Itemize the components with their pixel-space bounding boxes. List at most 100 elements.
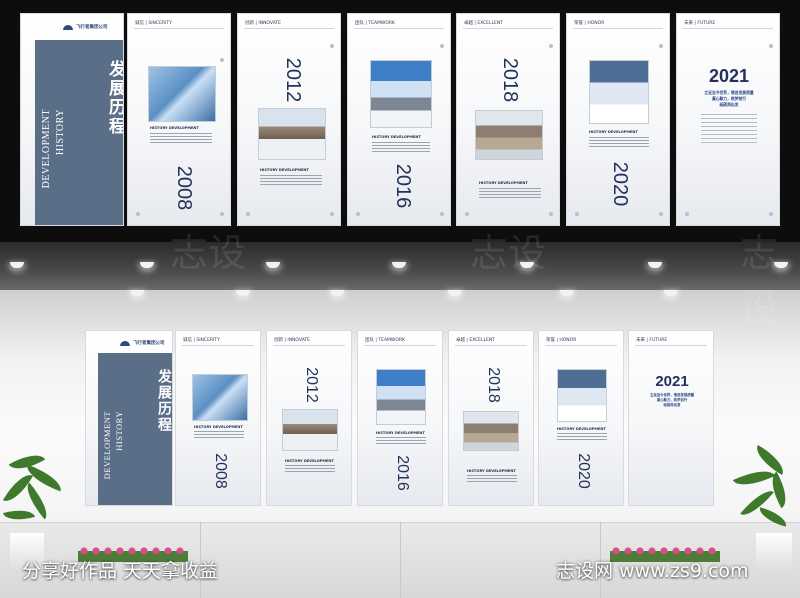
panel-body-text: [150, 133, 212, 143]
top-display-scene: 飞行者集团公司 发展历程 HISTORY DEVELOPMENT 诚信 | SI…: [0, 0, 800, 242]
panel-tag: 创新 | INNOVATE: [274, 338, 311, 343]
great-wall-photo: [463, 411, 519, 451]
panel-body-text: [467, 475, 517, 483]
peak-photo: [370, 60, 432, 128]
divider: [354, 28, 444, 29]
panel-caption: HISTORY DEVELOPMENT: [372, 135, 421, 139]
history-title-cn: 发展历程: [105, 60, 124, 136]
panel-body-text: [372, 142, 430, 152]
future-statement: 立足当今世界，增进发展质量 凝心聚力，筑梦前行 砥砺再出发: [685, 90, 773, 108]
panel-2018-bottom: 卓越 | EXCELLENT 2018 HISTORY DEVELOPMENT: [448, 330, 534, 506]
pin-icon: [549, 212, 553, 216]
pin-icon: [136, 212, 140, 216]
panel-2008-top: 诚信 | SINCERITY HISTORY DEVELOPMENT 2008: [127, 13, 231, 226]
panel-year: 2020: [575, 453, 592, 489]
future-line: 砥砺再出发: [719, 102, 739, 107]
divider: [463, 28, 553, 29]
pin-icon: [330, 44, 334, 48]
pin-icon: [769, 212, 773, 216]
company-logo: 飞行者集团公司: [63, 24, 108, 30]
panel-year: 2021: [708, 66, 750, 86]
pin-icon: [356, 212, 360, 216]
divider: [364, 345, 436, 346]
panel-caption: HISTORY DEVELOPMENT: [150, 126, 199, 130]
history-title-en-1: HISTORY: [55, 109, 66, 156]
intro-panel-bottom: 飞行者集团公司 发展历程 HISTORY DEVELOPMENT: [85, 330, 173, 506]
pin-icon: [575, 212, 579, 216]
panel-caption: HISTORY DEVELOPMENT: [376, 431, 425, 435]
divider: [573, 28, 663, 29]
pin-icon: [769, 44, 773, 48]
climber-photo: [589, 60, 649, 124]
mountain-photo: [258, 108, 326, 160]
intro-panel-top: 飞行者集团公司 发展历程 HISTORY DEVELOPMENT: [20, 13, 124, 226]
panel-tag: 荣誉 | HONOR: [574, 21, 605, 26]
pin-icon: [549, 44, 553, 48]
panel-body-text: [376, 437, 426, 445]
panel-year: 2020: [609, 161, 631, 207]
city-photo: [192, 374, 248, 421]
pin-icon: [220, 58, 224, 62]
pin-icon: [440, 44, 444, 48]
panel-2020-top: 荣誉 | HONOR HISTORY DEVELOPMENT 2020: [566, 13, 670, 226]
pin-icon: [659, 212, 663, 216]
panel-2016-top: 团队 | TEAMWORK HISTORY DEVELOPMENT 2016: [347, 13, 451, 226]
panel-2021-bottom: 未来 | FUTURE 2021 立足当今世界，增进发展质量 凝心聚力，筑梦前行…: [628, 330, 714, 506]
panel-caption: HISTORY DEVELOPMENT: [467, 469, 516, 473]
panel-year: 2016: [392, 163, 414, 209]
panel-body-text: [701, 114, 757, 144]
panel-2012-bottom: 创新 | INNOVATE 2012 HISTORY DEVELOPMENT: [266, 330, 352, 506]
future-statement: 立足当今世界，增进发展质量 凝心聚力，筑梦前行 砥砺再出发: [633, 393, 711, 408]
panel-2021-top: 未来 | FUTURE 2021 立足当今世界，增进发展质量 凝心聚力，筑梦前行…: [676, 13, 780, 226]
watermark: 志设: [170, 231, 247, 275]
pin-icon: [330, 212, 334, 216]
panel-year: 2018: [499, 57, 521, 103]
divider: [635, 345, 707, 346]
panel-year: 2012: [303, 367, 320, 403]
history-title-en-2: DEVELOPMENT: [41, 109, 52, 189]
future-line: 砥砺再出发: [663, 403, 681, 407]
pin-icon: [220, 212, 224, 216]
floor-joint: [400, 522, 401, 598]
divider: [683, 28, 773, 29]
panel-tag: 诚信 | SINCERITY: [183, 338, 220, 343]
panel-year: 2016: [394, 455, 411, 491]
panel-body-text: [194, 431, 244, 439]
panel-tag: 团队 | TEAMWORK: [355, 21, 395, 26]
panel-caption: HISTORY DEVELOPMENT: [260, 168, 309, 172]
divider: [545, 345, 617, 346]
footer-site: 志设网 www.zs9.com: [556, 560, 749, 582]
panel-2008-bottom: 诚信 | SINCERITY HISTORY DEVELOPMENT 2008: [175, 330, 261, 506]
panel-2020-bottom: 荣誉 | HONOR HISTORY DEVELOPMENT 2020: [538, 330, 624, 506]
panel-year: 2008: [212, 453, 229, 489]
panel-caption: HISTORY DEVELOPMENT: [479, 181, 528, 185]
panel-caption: HISTORY DEVELOPMENT: [557, 427, 606, 431]
panel-tag: 未来 | FUTURE: [684, 21, 716, 26]
panel-tag: 卓越 | EXCELLENT: [464, 21, 503, 26]
panel-body-text: [479, 188, 541, 198]
peak-photo: [376, 369, 426, 425]
panel-tag: 卓越 | EXCELLENT: [456, 338, 495, 343]
pin-icon: [246, 212, 250, 216]
city-photo: [148, 66, 216, 122]
pin-icon: [685, 212, 689, 216]
pin-icon: [465, 212, 469, 216]
panel-caption: HISTORY DEVELOPMENT: [194, 425, 243, 429]
panel-body-text: [589, 137, 649, 147]
panel-caption: HISTORY DEVELOPMENT: [589, 130, 638, 134]
divider: [273, 345, 345, 346]
pin-icon: [440, 212, 444, 216]
history-title-en-2: DEVELOPMENT: [102, 411, 112, 480]
divider: [134, 28, 224, 29]
mountain-photo: [282, 409, 338, 451]
great-wall-photo: [475, 110, 543, 160]
panel-body-text: [557, 433, 607, 441]
panel-year: 2008: [173, 165, 195, 211]
panel-body-text: [285, 465, 335, 473]
panel-tag: 未来 | FUTURE: [636, 338, 668, 343]
panel-2016-bottom: 团队 | TEAMWORK HISTORY DEVELOPMENT 2016: [357, 330, 443, 506]
history-title-en-1: HISTORY: [114, 411, 124, 451]
panel-body-text: [260, 175, 322, 185]
divider: [244, 28, 334, 29]
panel-year: 2012: [282, 57, 304, 103]
